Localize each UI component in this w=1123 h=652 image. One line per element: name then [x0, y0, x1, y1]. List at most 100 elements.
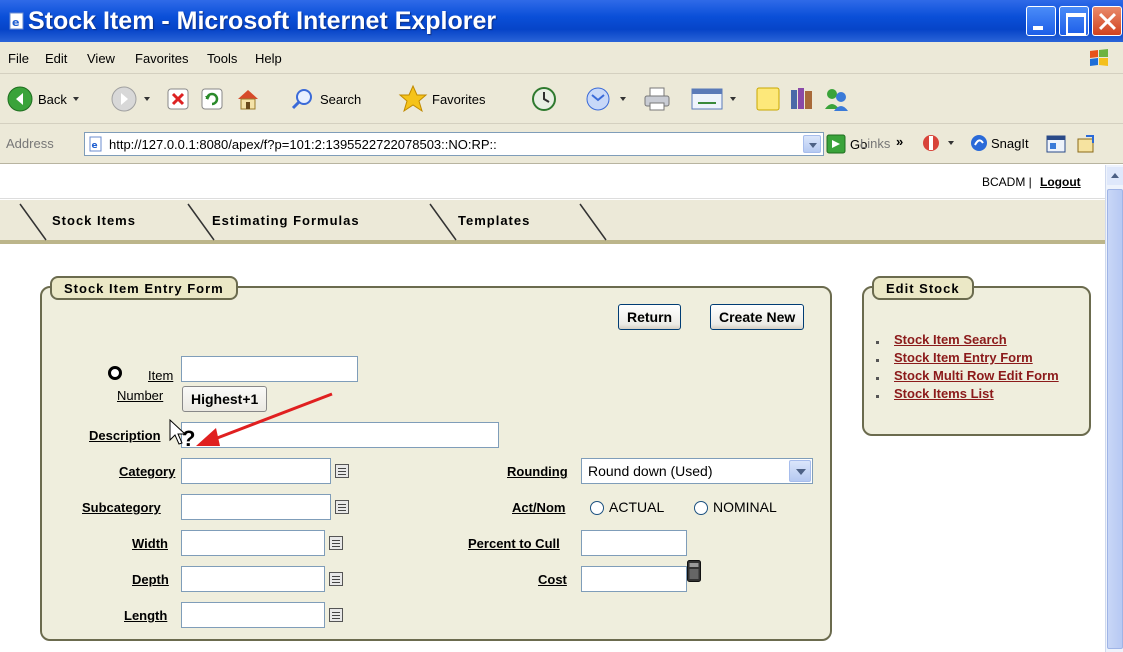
- menu-favorites[interactable]: Favorites: [135, 51, 188, 66]
- percent-to-cull-label[interactable]: Percent to Cull: [468, 536, 560, 551]
- forward-button[interactable]: [110, 82, 150, 116]
- width-input[interactable]: [181, 530, 325, 556]
- mail-icon: [586, 87, 610, 111]
- stop-button[interactable]: [166, 82, 190, 116]
- scroll-up-icon[interactable]: [1107, 167, 1123, 185]
- menu-edit[interactable]: Edit: [45, 51, 67, 66]
- capture-window-icon[interactable]: [1046, 134, 1066, 154]
- address-dropdown-icon[interactable]: [803, 135, 821, 153]
- actual-radio[interactable]: [590, 501, 604, 515]
- description-label[interactable]: Description: [89, 428, 161, 443]
- close-button[interactable]: [1092, 6, 1122, 36]
- edit-stock-title: Edit Stock: [872, 276, 974, 300]
- bullet: [876, 395, 879, 398]
- addon-dropdown-icon: [948, 141, 954, 145]
- print-button[interactable]: [642, 82, 672, 116]
- width-label[interactable]: Width: [132, 536, 168, 551]
- history-icon: [532, 87, 556, 111]
- annotation-arrow: [196, 392, 333, 446]
- menu-help[interactable]: Help: [255, 51, 282, 66]
- depth-input[interactable]: [181, 566, 325, 592]
- item-number-input[interactable]: [181, 356, 358, 382]
- length-input[interactable]: [181, 602, 325, 628]
- depth-calculator-icon[interactable]: [329, 572, 343, 586]
- stop-icon: [167, 88, 189, 110]
- mail-dropdown-icon: [620, 97, 626, 101]
- link-stock-items-list[interactable]: Stock Items List: [894, 386, 994, 401]
- number-label[interactable]: Number: [117, 388, 163, 403]
- cost-label[interactable]: Cost: [538, 572, 567, 587]
- rounding-dropdown-icon[interactable]: [789, 460, 811, 482]
- menu-bar: File Edit View Favorites Tools Help: [0, 42, 1123, 74]
- width-calculator-icon[interactable]: [329, 536, 343, 550]
- tab-templates[interactable]: Templates: [458, 200, 530, 240]
- link-stock-multi-row-edit-form[interactable]: Stock Multi Row Edit Form: [894, 368, 1059, 383]
- scroll-thumb[interactable]: [1107, 189, 1123, 649]
- menu-view[interactable]: View: [87, 51, 115, 66]
- addon-button[interactable]: [920, 128, 954, 158]
- maximize-button[interactable]: [1059, 6, 1089, 36]
- logout-link[interactable]: Logout: [1040, 175, 1081, 189]
- rounding-selected-value: Round down (Used): [588, 463, 713, 479]
- link-stock-item-entry-form[interactable]: Stock Item Entry Form: [894, 350, 1033, 365]
- rounding-select[interactable]: Round down (Used): [581, 458, 813, 484]
- category-list-icon[interactable]: [335, 464, 349, 478]
- depth-label[interactable]: Depth: [132, 572, 169, 587]
- item-number-radio[interactable]: [108, 366, 122, 380]
- rounding-label[interactable]: Rounding: [507, 464, 568, 479]
- snagit-icon: [971, 135, 987, 151]
- home-icon: [238, 90, 258, 110]
- mail-button[interactable]: [584, 82, 626, 116]
- search-button[interactable]: Search: [290, 82, 361, 116]
- return-button[interactable]: Return: [618, 304, 682, 330]
- edit-page-icon: [691, 88, 723, 110]
- links-chevron[interactable]: »: [896, 134, 903, 149]
- length-calculator-icon[interactable]: [329, 608, 343, 622]
- link-stock-item-search[interactable]: Stock Item Search: [894, 332, 1007, 347]
- messenger-button[interactable]: [822, 82, 850, 116]
- menu-tools[interactable]: Tools: [207, 51, 237, 66]
- research-button[interactable]: [788, 82, 816, 116]
- refresh-icon: [201, 88, 223, 110]
- favorites-button[interactable]: Favorites: [398, 82, 485, 116]
- item-label[interactable]: Item: [148, 368, 173, 383]
- ie-page-icon: e: [9, 12, 24, 30]
- address-input[interactable]: e http://127.0.0.1:8080/apex/f?p=101:2:1…: [84, 132, 824, 156]
- refresh-button[interactable]: [200, 82, 224, 116]
- category-label[interactable]: Category: [119, 464, 175, 479]
- menu-file[interactable]: File: [8, 51, 29, 66]
- length-label[interactable]: Length: [124, 608, 167, 623]
- act-nom-label[interactable]: Act/Nom: [512, 500, 565, 515]
- vertical-scrollbar[interactable]: [1105, 165, 1123, 652]
- tab-estimating-formulas[interactable]: Estimating Formulas: [212, 200, 360, 240]
- address-bar: Address e http://127.0.0.1:8080/apex/f?p…: [0, 124, 1123, 164]
- category-input[interactable]: [181, 458, 331, 484]
- snagit-button[interactable]: SnagIt: [970, 134, 1029, 152]
- back-button[interactable]: Back: [6, 82, 79, 116]
- subcategory-list-icon[interactable]: [335, 500, 349, 514]
- favorites-star-icon: [398, 84, 428, 113]
- edit-dropdown-icon: [730, 97, 736, 101]
- addon-icon: [923, 135, 939, 151]
- subcategory-input[interactable]: [181, 494, 331, 520]
- cost-input[interactable]: [581, 566, 687, 592]
- bullet: [876, 377, 879, 380]
- links-label[interactable]: Links: [860, 136, 890, 151]
- svg-text:e: e: [12, 16, 19, 29]
- history-button[interactable]: [530, 82, 558, 116]
- percent-to-cull-input[interactable]: [581, 530, 687, 556]
- nominal-radio[interactable]: [694, 501, 708, 515]
- notes-button[interactable]: [754, 82, 782, 116]
- home-button[interactable]: [234, 82, 262, 116]
- window-title: Stock Item - Microsoft Internet Explorer: [28, 7, 497, 35]
- create-new-button[interactable]: Create New: [710, 304, 805, 330]
- edit-button[interactable]: [690, 82, 736, 116]
- tab-stock-items[interactable]: Stock Items: [52, 200, 136, 240]
- svg-text:e: e: [92, 141, 98, 151]
- print-icon: [644, 87, 670, 111]
- calculator-icon[interactable]: [687, 560, 701, 582]
- subcategory-label[interactable]: Subcategory: [82, 500, 161, 515]
- minimize-button[interactable]: [1026, 6, 1056, 36]
- capture-region-icon[interactable]: [1076, 134, 1096, 154]
- forward-arrow-icon: [111, 86, 137, 112]
